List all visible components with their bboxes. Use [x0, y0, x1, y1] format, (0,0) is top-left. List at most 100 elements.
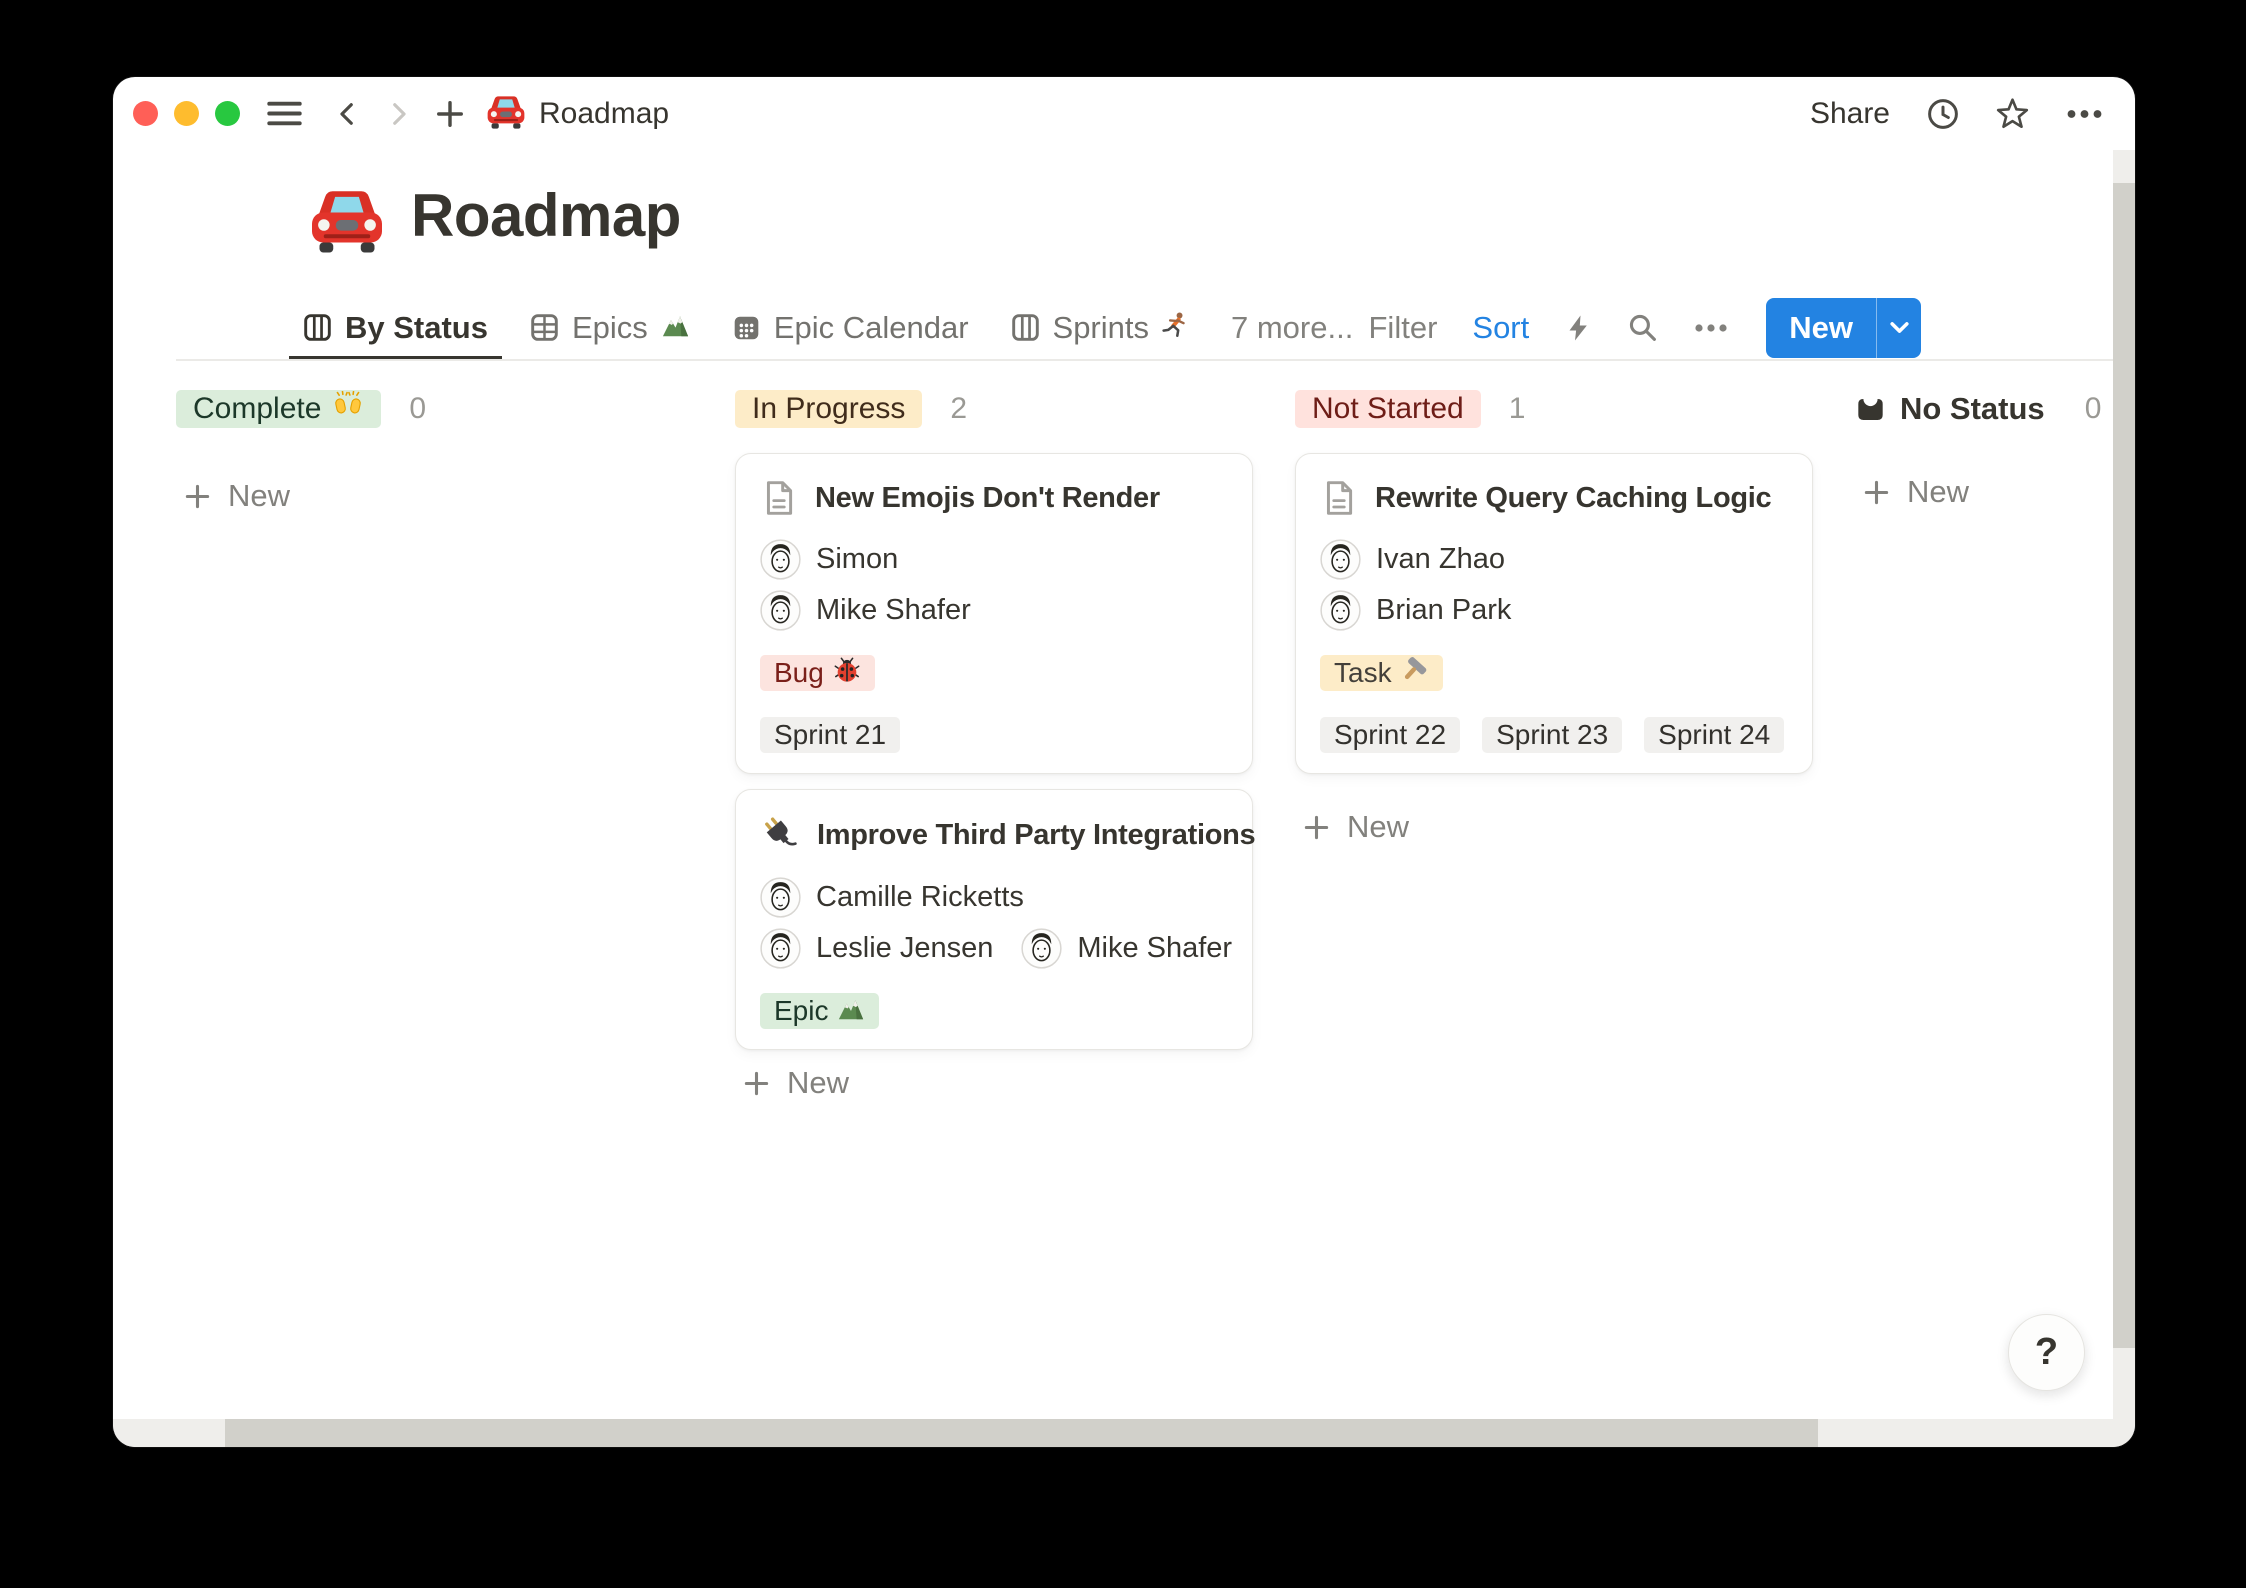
person-row: Camille Ricketts	[760, 877, 1228, 918]
person-row: Simon	[760, 539, 1228, 580]
person-name: Simon	[816, 543, 898, 576]
sprint-row: Sprint 22 Sprint 23 Sprint 24	[1320, 717, 1788, 753]
vertical-scrollbar-track[interactable]	[2113, 150, 2135, 1419]
plus-icon	[184, 483, 211, 510]
card-title[interactable]: Rewrite Query Caching Logic	[1375, 482, 1771, 515]
no-status-header[interactable]: No Status	[1855, 391, 2045, 427]
tab-by-status[interactable]: By Status	[303, 294, 488, 361]
person-name: Mike Shafer	[816, 594, 971, 627]
tab-sprints[interactable]: Sprints	[1011, 294, 1189, 361]
new-button[interactable]: New	[1766, 298, 1876, 358]
add-card-button[interactable]: New	[184, 476, 694, 516]
breadcrumb-title: Roadmap	[539, 97, 669, 131]
filter-button[interactable]: Filter	[1369, 310, 1438, 346]
horizontal-scrollbar-thumb[interactable]	[225, 1419, 1818, 1447]
view-tabs: By Status Epics Epic Calendar Sprints 7 …	[303, 294, 1353, 361]
add-card-button[interactable]: New	[743, 1063, 1253, 1103]
status-pill-not-started[interactable]: Not Started	[1295, 390, 1481, 428]
avatar	[760, 590, 801, 631]
column-count: 0	[409, 392, 426, 426]
status-label: Not Started	[1312, 392, 1464, 426]
status-pill-complete[interactable]: Complete	[176, 390, 381, 428]
sidebar-menu-button[interactable]	[266, 98, 303, 129]
plus-icon	[743, 1070, 770, 1097]
tag-task: Task	[1320, 655, 1443, 691]
tag-label: Bug	[774, 657, 824, 689]
breadcrumb[interactable]: Roadmap	[485, 93, 669, 135]
add-card-button[interactable]: New	[1863, 472, 2135, 512]
history-clock-icon[interactable]	[1926, 97, 1960, 131]
tab-epics[interactable]: Epics	[530, 294, 690, 361]
sprint-pill: Sprint 22	[1320, 717, 1460, 753]
card-title[interactable]: New Emojis Don't Render	[815, 482, 1160, 515]
card-improve-third-party-integrations[interactable]: Improve Third Party Integrations Camille…	[735, 789, 1253, 1050]
minimize-window-button[interactable]	[174, 101, 199, 126]
person-row: Mike Shafer	[760, 590, 1228, 631]
raised-hands-emoji-icon	[332, 391, 364, 427]
help-button[interactable]: ?	[2008, 1314, 2085, 1391]
ladybug-emoji-icon	[833, 656, 861, 691]
column-header: In Progress 2	[735, 390, 1253, 428]
view-toolbar: Filter Sort New	[1369, 294, 1922, 361]
more-views-button[interactable]: 7 more...	[1231, 310, 1353, 346]
page-icon	[760, 479, 798, 517]
tag-label: Task	[1334, 657, 1392, 689]
tab-label: Epic Calendar	[774, 310, 969, 346]
horizontal-scrollbar-track[interactable]	[113, 1419, 2135, 1447]
avatar	[1320, 590, 1361, 631]
avatar	[760, 928, 801, 969]
automations-bolt-icon[interactable]	[1564, 314, 1592, 342]
add-card-label: New	[1347, 809, 1409, 845]
search-icon[interactable]	[1627, 312, 1658, 343]
forward-button[interactable]	[385, 101, 411, 127]
sprint-pill: Sprint 23	[1482, 717, 1622, 753]
calendar-view-icon	[732, 313, 761, 342]
avatar	[1021, 928, 1062, 969]
column-count: 2	[950, 392, 967, 426]
view-options-icon[interactable]	[1693, 318, 1729, 338]
tag-row: Task	[1320, 655, 1788, 691]
tag-row: Epic	[760, 993, 1228, 1029]
sprint-pill: Sprint 21	[760, 717, 900, 753]
back-button[interactable]	[335, 101, 361, 127]
sort-button[interactable]: Sort	[1472, 310, 1529, 346]
more-options-icon[interactable]	[2065, 103, 2104, 125]
tab-label: Epics	[572, 310, 648, 346]
page-title[interactable]: Roadmap	[411, 177, 681, 255]
vertical-scrollbar-thumb[interactable]	[2113, 183, 2135, 1348]
status-pill-in-progress[interactable]: In Progress	[735, 390, 922, 428]
status-label: In Progress	[752, 392, 905, 426]
add-card-label: New	[787, 1065, 849, 1101]
card-rewrite-query-caching-logic[interactable]: Rewrite Query Caching Logic Ivan Zhao Br…	[1295, 453, 1813, 774]
add-card-button[interactable]: New	[1303, 807, 1813, 847]
tag-label: Epic	[774, 995, 828, 1027]
share-button[interactable]: Share	[1810, 97, 1890, 131]
close-window-button[interactable]	[133, 101, 158, 126]
tag-bug: Bug	[760, 655, 875, 691]
tag-row: Bug	[760, 655, 1228, 691]
zoom-window-button[interactable]	[215, 101, 240, 126]
person-name: Mike Shafer	[1077, 932, 1232, 965]
board-column-not-started: Not Started 1 Rewrite Query Caching Logi…	[1295, 390, 1813, 847]
tab-epic-calendar[interactable]: Epic Calendar	[732, 294, 969, 361]
board-column-complete: Complete 0 New	[176, 390, 694, 516]
desktop-background: Roadmap Share Roadmap	[0, 0, 2246, 1588]
page-icon	[1320, 479, 1358, 517]
board-view-icon	[303, 313, 332, 342]
new-tab-button[interactable]	[435, 99, 465, 129]
plus-icon	[1303, 814, 1330, 841]
card-new-emojis-dont-render[interactable]: New Emojis Don't Render Simon Mike Shafe…	[735, 453, 1253, 774]
status-label: Complete	[193, 392, 321, 426]
card-title[interactable]: Improve Third Party Integrations	[817, 819, 1255, 852]
sprint-row: Sprint 21	[760, 717, 1228, 753]
person: Mike Shafer	[1021, 928, 1232, 969]
column-count: 0	[2085, 392, 2102, 426]
person-name: Leslie Jensen	[816, 932, 993, 965]
avatar	[760, 539, 801, 580]
page-car-emoji-icon[interactable]	[307, 185, 387, 255]
add-card-label: New	[1907, 474, 1969, 510]
favorite-star-icon[interactable]	[1996, 97, 2029, 130]
new-button-chevron-down-icon[interactable]	[1877, 298, 1921, 358]
tag-epic: Epic	[760, 993, 879, 1029]
tab-label: Sprints	[1053, 310, 1149, 346]
